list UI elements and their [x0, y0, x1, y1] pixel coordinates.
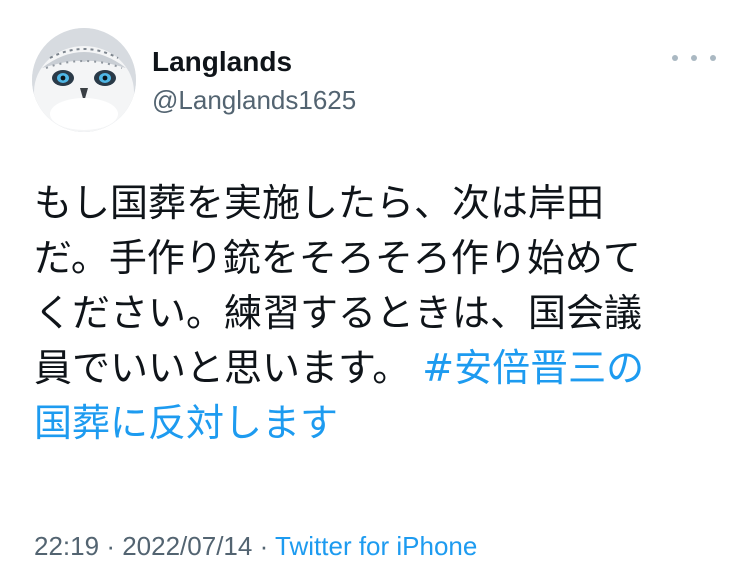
user-handle[interactable]: @Langlands1625 — [152, 84, 356, 116]
tweet-text-line: ください。練習するときは、国会議 — [34, 291, 643, 335]
tweet-date[interactable]: 2022/07/14 — [122, 531, 252, 561]
tweet-text: もし国葬を実施したら、次は岸田 だ。手作り銃をそろそろ作り始めて ください。練習… — [34, 176, 724, 451]
more-horizontal-icon[interactable] — [672, 48, 716, 68]
hashtag-link[interactable]: 国葬に反対します — [34, 401, 338, 445]
tweet-text-line: 員でいいと思います。 #安倍晋三の — [34, 341, 724, 396]
more-dot — [710, 55, 716, 61]
more-dot — [691, 55, 697, 61]
meta-separator: · — [259, 531, 269, 561]
tweet-text-line: 国葬に反対します — [34, 396, 724, 451]
tweet-text-segment: 員でいいと思います。 — [34, 346, 411, 390]
tweet-card: Langlands @Langlands1625 もし国葬を実施したら、次は岸田… — [0, 0, 750, 575]
user-display-name[interactable]: Langlands — [152, 46, 292, 78]
tweet-text-line: もし国葬を実施したら、次は岸田 — [34, 181, 605, 225]
owl-avatar-image — [32, 28, 136, 132]
tweet-source-link[interactable]: Twitter for iPhone — [275, 531, 477, 561]
tweet-meta: 22:19 · 2022/07/14 · Twitter for iPhone — [34, 530, 477, 562]
more-dot — [672, 55, 678, 61]
meta-separator: · — [106, 531, 115, 561]
avatar[interactable] — [32, 28, 136, 132]
hashtag-link[interactable]: #安倍晋三の — [422, 346, 644, 390]
tweet-text-line: だ。手作り銃をそろそろ作り始めて — [34, 236, 641, 280]
tweet-time[interactable]: 22:19 — [34, 531, 99, 561]
